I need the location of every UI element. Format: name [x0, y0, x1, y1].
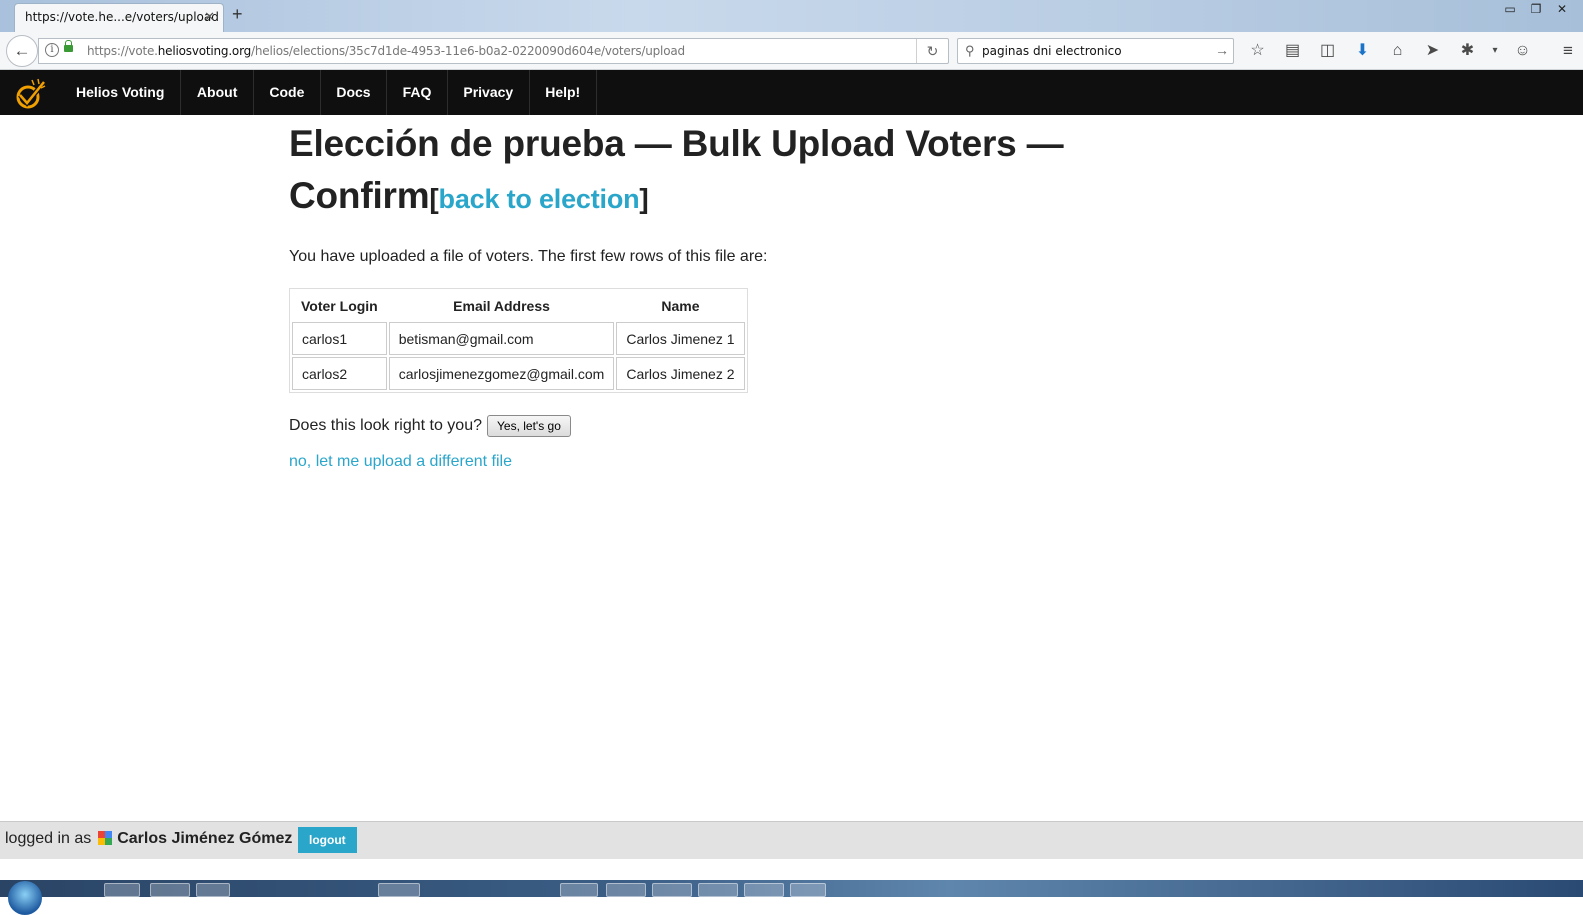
tab-title: https://vote.he...e/voters/upload	[25, 10, 219, 24]
name-cell: Carlos Jimenez 1	[616, 322, 745, 355]
nav-code-link[interactable]: Code	[254, 70, 321, 115]
logout-button[interactable]: logout	[298, 827, 357, 853]
column-header-email: Email Address	[453, 298, 550, 314]
nav-brand-link[interactable]: Helios Voting	[60, 70, 182, 115]
upload-different-file-link[interactable]: no, let me upload a different file	[289, 453, 512, 471]
search-input[interactable]	[982, 42, 1212, 60]
url-bar[interactable]: i https://vote.heliosvoting.org/helios/e…	[38, 38, 949, 64]
email-cell: betisman@gmail.com	[388, 322, 615, 355]
nav-help-link[interactable]: Help!	[530, 70, 597, 115]
search-bar[interactable]: ⚲ →	[957, 38, 1234, 64]
pocket-icon[interactable]: ◫	[1310, 38, 1345, 64]
column-header-voter-login: Voter Login	[301, 298, 378, 314]
helios-logo-icon[interactable]	[10, 76, 50, 110]
voters-preview-table: Voter Login Email Address Name carlos1 b…	[289, 288, 748, 393]
send-icon[interactable]: ➤	[1415, 38, 1450, 64]
login-footer: logged in as Carlos Jiménez Gómez logout	[0, 821, 1583, 859]
bookmark-star-icon[interactable]: ☆	[1240, 38, 1275, 64]
confirm-question: Does this look right to you?	[289, 417, 482, 434]
start-button[interactable]	[8, 881, 42, 915]
taskbar-item[interactable]	[196, 883, 230, 897]
taskbar-item[interactable]	[378, 883, 420, 897]
nav-faq-link[interactable]: FAQ	[387, 70, 448, 115]
taskbar-item[interactable]	[104, 883, 140, 897]
reading-list-icon[interactable]: ▤	[1275, 38, 1310, 64]
table-row: carlos2 carlosjimenezgomez@gmail.com Car…	[292, 357, 745, 390]
chat-icon[interactable]: ☺	[1505, 38, 1540, 64]
logged-in-status: logged in as Carlos Jiménez Gómez	[5, 830, 292, 848]
url-text[interactable]: https://vote.heliosvoting.org/helios/ele…	[87, 44, 685, 58]
logged-in-prefix: logged in as	[5, 830, 92, 847]
tab-close-icon[interactable]: ✕	[204, 9, 215, 25]
back-button[interactable]: ←	[6, 35, 38, 67]
browser-tab[interactable]: https://vote.he...e/voters/upload ✕	[14, 3, 224, 32]
bracket-close: ]	[639, 183, 649, 214]
lock-icon	[64, 40, 73, 52]
back-arrow-icon: ←	[13, 41, 31, 60]
site-info-icon[interactable]: i	[45, 43, 59, 57]
taskbar-item[interactable]	[560, 883, 598, 897]
url-path: /helios/elections/35c7d1de-4953-11e6-b0a…	[251, 44, 685, 58]
nav-about-link[interactable]: About	[181, 70, 254, 115]
new-tab-button[interactable]: +	[232, 4, 243, 25]
upload-intro-text: You have uploaded a file of voters. The …	[289, 248, 768, 265]
main-content: Elección de prueba — Bulk Upload Voters …	[289, 118, 1109, 471]
voter-login-cell: carlos2	[292, 357, 387, 390]
toolbar-icons: ☆ ▤ ◫ ⬇ ⌂ ➤ ✱ ▾ ☺	[1240, 38, 1540, 64]
nav-menu: Helios Voting About Code Docs FAQ Privac…	[60, 70, 597, 115]
name-cell: Carlos Jimenez 2	[616, 357, 745, 390]
os-taskbar	[0, 880, 1583, 915]
taskbar-item[interactable]	[744, 883, 784, 897]
confirm-upload-button[interactable]: Yes, let's go	[487, 415, 571, 437]
site-navigation: Helios Voting About Code Docs FAQ Privac…	[0, 70, 1583, 115]
download-icon[interactable]: ⬇	[1345, 38, 1380, 64]
column-header-name: Name	[661, 298, 700, 314]
url-prefix: https://vote.	[87, 44, 158, 58]
user-name: Carlos Jiménez Gómez	[117, 830, 293, 847]
table-header-row: Voter Login Email Address Name	[292, 291, 745, 320]
restore-button[interactable]: ❐	[1523, 0, 1549, 18]
back-to-election-link[interactable]: back to election	[439, 184, 640, 214]
page-title: Elección de prueba — Bulk Upload Voters …	[289, 118, 1109, 225]
extension-dropdown-icon[interactable]: ▾	[1485, 38, 1505, 64]
minimize-button[interactable]: ▭	[1497, 0, 1523, 18]
taskbar-item[interactable]	[698, 883, 738, 897]
close-window-button[interactable]: ✕	[1549, 0, 1575, 18]
voter-login-cell: carlos1	[292, 322, 387, 355]
search-go-icon[interactable]: →	[1215, 42, 1229, 58]
table-row: carlos1 betisman@gmail.com Carlos Jimene…	[292, 322, 745, 355]
hamburger-menu-icon[interactable]: ≡	[1553, 38, 1583, 64]
email-cell: carlosjimenezgomez@gmail.com	[388, 357, 615, 390]
nav-docs-link[interactable]: Docs	[321, 70, 388, 115]
extension-icon[interactable]: ✱	[1450, 38, 1485, 64]
taskbar-item[interactable]	[150, 883, 190, 897]
window-controls: ▭ ❐ ✕	[1497, 0, 1575, 20]
confirm-row: Does this look right to you? Yes, let's …	[289, 415, 1109, 437]
search-icon: ⚲	[965, 43, 975, 58]
bracket-open: [	[429, 183, 439, 214]
taskbar-item[interactable]	[606, 883, 646, 897]
google-account-icon	[97, 831, 112, 845]
reload-icon[interactable]: ↻	[916, 39, 948, 63]
browser-tab-strip: https://vote.he...e/voters/upload ✕ + ▭ …	[0, 0, 1583, 32]
page-title-text: Elección de prueba — Bulk Upload Voters …	[289, 123, 1064, 216]
taskbar-item[interactable]	[790, 883, 826, 897]
url-domain: heliosvoting.org	[157, 44, 252, 58]
home-icon[interactable]: ⌂	[1380, 38, 1415, 64]
nav-privacy-link[interactable]: Privacy	[448, 70, 530, 115]
browser-toolbar: ← i https://vote.heliosvoting.org/helios…	[0, 32, 1583, 70]
taskbar-item[interactable]	[652, 883, 692, 897]
